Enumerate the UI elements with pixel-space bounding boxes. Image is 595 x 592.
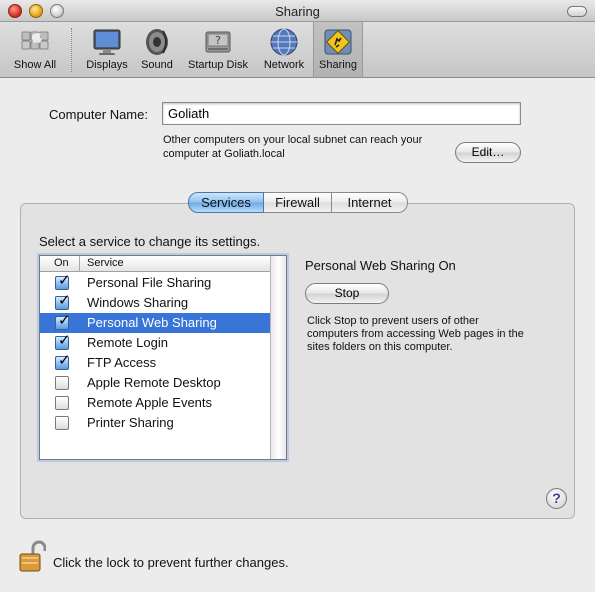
table-row[interactable]: ✓ Personal File Sharing <box>40 272 270 293</box>
help-button[interactable]: ? <box>546 488 567 509</box>
service-status-title: Personal Web Sharing On <box>305 258 456 273</box>
tab-internet[interactable]: Internet <box>332 192 408 213</box>
service-checkbox[interactable]: ✓ <box>55 292 71 310</box>
sharing-icon <box>324 29 352 55</box>
service-name: FTP Access <box>87 355 157 370</box>
toolbar-item-label: Sound <box>141 59 173 71</box>
checkmark-icon: ✓ <box>58 332 71 349</box>
toolbar-item-label: Network <box>263 59 305 71</box>
edit-button[interactable]: Edit… <box>455 142 521 163</box>
toolbar-item-label: Startup Disk <box>188 59 248 71</box>
computer-name-help: Other computers on your local subnet can… <box>163 133 463 161</box>
speaker-icon <box>146 29 168 55</box>
checkmark-icon: ✓ <box>58 352 71 369</box>
service-table: On Service ✓ Personal File Sharing ✓ Win… <box>39 255 287 460</box>
service-checkbox[interactable] <box>55 376 69 390</box>
toolbar-item-sharing[interactable]: Sharing <box>313 22 363 78</box>
help-line: Other computers on your local subnet can… <box>163 134 423 146</box>
service-checkbox[interactable]: ✓ <box>55 312 71 330</box>
service-name: Remote Apple Events <box>87 395 213 410</box>
tab-bar: Services Firewall Internet <box>188 192 408 213</box>
toolbar-item-label: Show All <box>13 59 57 71</box>
description-line: computers from accessing Web pages in th… <box>307 328 524 340</box>
display-icon <box>93 29 121 55</box>
checkmark-icon: ✓ <box>58 272 71 289</box>
toolbar-item-label: Displays <box>86 59 128 71</box>
service-checkbox[interactable] <box>55 396 69 410</box>
table-row[interactable]: ✓ Windows Sharing <box>40 292 270 313</box>
toolbar-toggle-button[interactable] <box>567 6 587 17</box>
toolbar-item-startup-disk[interactable]: ? Startup Disk <box>182 22 254 78</box>
service-checkbox[interactable]: ✓ <box>55 272 71 290</box>
service-name: Windows Sharing <box>87 295 189 310</box>
service-checkbox[interactable] <box>55 416 69 430</box>
toolbar-item-label: Sharing <box>319 59 357 71</box>
service-name: Printer Sharing <box>87 415 174 430</box>
table-row[interactable]: Remote Apple Events <box>40 393 270 413</box>
table-header: On Service <box>40 256 270 272</box>
service-list: ✓ Personal File Sharing ✓ Windows Sharin… <box>40 272 270 433</box>
computer-name-field[interactable] <box>162 102 521 125</box>
checkmark-icon: ✓ <box>58 292 71 309</box>
svg-text:?: ? <box>215 34 221 47</box>
table-row[interactable]: Printer Sharing <box>40 413 270 433</box>
table-row[interactable]: ✓ FTP Access <box>40 352 270 373</box>
apple-icon <box>21 31 49 50</box>
window-title: Sharing <box>275 4 320 19</box>
description-line: sites folders on this computer. <box>307 341 453 353</box>
service-name: Apple Remote Desktop <box>87 375 221 390</box>
checkmark-icon: ✓ <box>58 312 71 329</box>
table-row[interactable]: ✓ Personal Web Sharing <box>40 312 270 333</box>
toolbar-item-displays[interactable]: Displays <box>80 22 134 78</box>
service-name: Remote Login <box>87 335 168 350</box>
service-checkbox[interactable]: ✓ <box>55 352 71 370</box>
column-header-on[interactable]: On <box>40 256 80 272</box>
service-checkbox[interactable]: ✓ <box>55 332 71 350</box>
toolbar-item-show-all[interactable]: Show All <box>6 22 64 78</box>
vertical-scrollbar[interactable] <box>270 256 286 459</box>
service-status-description: Click Stop to prevent users of other com… <box>307 315 547 354</box>
table-row[interactable]: Apple Remote Desktop <box>40 373 270 393</box>
disk-icon: ? <box>205 31 231 53</box>
help-line: computer at Goliath.local <box>163 148 285 160</box>
toolbar: Show All Displays Sound ? Startup Disk N… <box>0 22 595 78</box>
column-header-service[interactable]: Service <box>81 256 124 272</box>
lock-icon[interactable] <box>18 540 46 574</box>
service-name: Personal Web Sharing <box>87 315 217 330</box>
toolbar-item-sound[interactable]: Sound <box>136 22 178 78</box>
globe-icon <box>270 28 298 56</box>
service-name: Personal File Sharing <box>87 275 212 290</box>
stop-button[interactable]: Stop <box>305 283 389 304</box>
lock-message: Click the lock to prevent further change… <box>53 555 289 570</box>
service-instruction: Select a service to change its settings. <box>39 234 261 249</box>
title-bar: Sharing <box>0 0 595 22</box>
tab-services[interactable]: Services <box>188 192 264 213</box>
toolbar-item-network[interactable]: Network <box>258 22 310 78</box>
table-row[interactable]: ✓ Remote Login <box>40 332 270 353</box>
computer-name-label: Computer Name: <box>49 107 148 122</box>
tab-firewall[interactable]: Firewall <box>264 192 332 213</box>
toolbar-separator <box>71 28 72 72</box>
description-line: Click Stop to prevent users of other <box>307 315 479 327</box>
